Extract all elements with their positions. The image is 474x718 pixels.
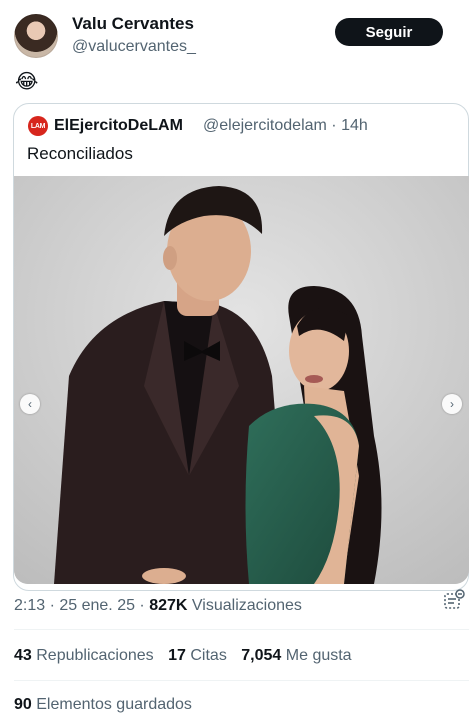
quoted-author-handle[interactable]: @elejercitodelam · 14h bbox=[203, 115, 368, 137]
engagement-stats: 43 Republicaciones 17 Citas 7,054 Me gus… bbox=[14, 645, 362, 667]
quotes-stat[interactable]: 17 Citas bbox=[168, 645, 227, 667]
author-avatar[interactable] bbox=[14, 14, 58, 58]
quotes-label: Citas bbox=[190, 647, 227, 664]
reposts-label: Republicaciones bbox=[36, 647, 154, 664]
post-meta: 2:13 · 25 ene. 25 · 827K Visualizaciones bbox=[14, 595, 302, 617]
lam-logo-text: LAM bbox=[30, 122, 46, 130]
photo-illustration bbox=[14, 176, 469, 584]
post-text: 😂 bbox=[15, 71, 39, 93]
bookmarks-label: Elementos guardados bbox=[36, 696, 192, 713]
bookmarks-count: 90 bbox=[14, 696, 32, 713]
reposts-stat[interactable]: 43 Republicaciones bbox=[14, 645, 154, 667]
quoted-post-photo[interactable]: ‹ › bbox=[14, 176, 469, 584]
quoted-author-avatar[interactable]: LAM bbox=[28, 116, 48, 136]
views-label: Visualizaciones bbox=[187, 597, 302, 614]
author-name[interactable]: Valu Cervantes bbox=[72, 13, 194, 35]
likes-stat[interactable]: 7,054 Me gusta bbox=[241, 645, 351, 667]
bookmarks-stat[interactable]: 90 Elementos guardados bbox=[14, 694, 192, 716]
quoted-author-name[interactable]: ElEjercitoDeLAM bbox=[54, 115, 183, 137]
chevron-left-icon: ‹ bbox=[28, 397, 32, 411]
follow-button[interactable]: Seguir bbox=[335, 18, 443, 46]
quotes-count: 17 bbox=[168, 647, 186, 664]
quoted-post-text: Reconciliados bbox=[27, 144, 133, 163]
likes-count: 7,054 bbox=[241, 647, 282, 664]
prev-image-button[interactable]: ‹ bbox=[20, 394, 40, 414]
author-handle[interactable]: @valucervantes_ bbox=[72, 37, 196, 57]
divider bbox=[14, 629, 469, 630]
post-timestamp[interactable]: 2:13 · 25 ene. 25 · bbox=[14, 597, 149, 614]
likes-label: Me gusta bbox=[285, 647, 352, 664]
chevron-right-icon: › bbox=[450, 397, 454, 411]
next-image-button[interactable]: › bbox=[442, 394, 462, 414]
divider bbox=[14, 680, 469, 681]
views-count: 827K bbox=[149, 597, 188, 614]
reposts-count: 43 bbox=[14, 647, 32, 664]
analytics-icon[interactable] bbox=[443, 589, 465, 611]
